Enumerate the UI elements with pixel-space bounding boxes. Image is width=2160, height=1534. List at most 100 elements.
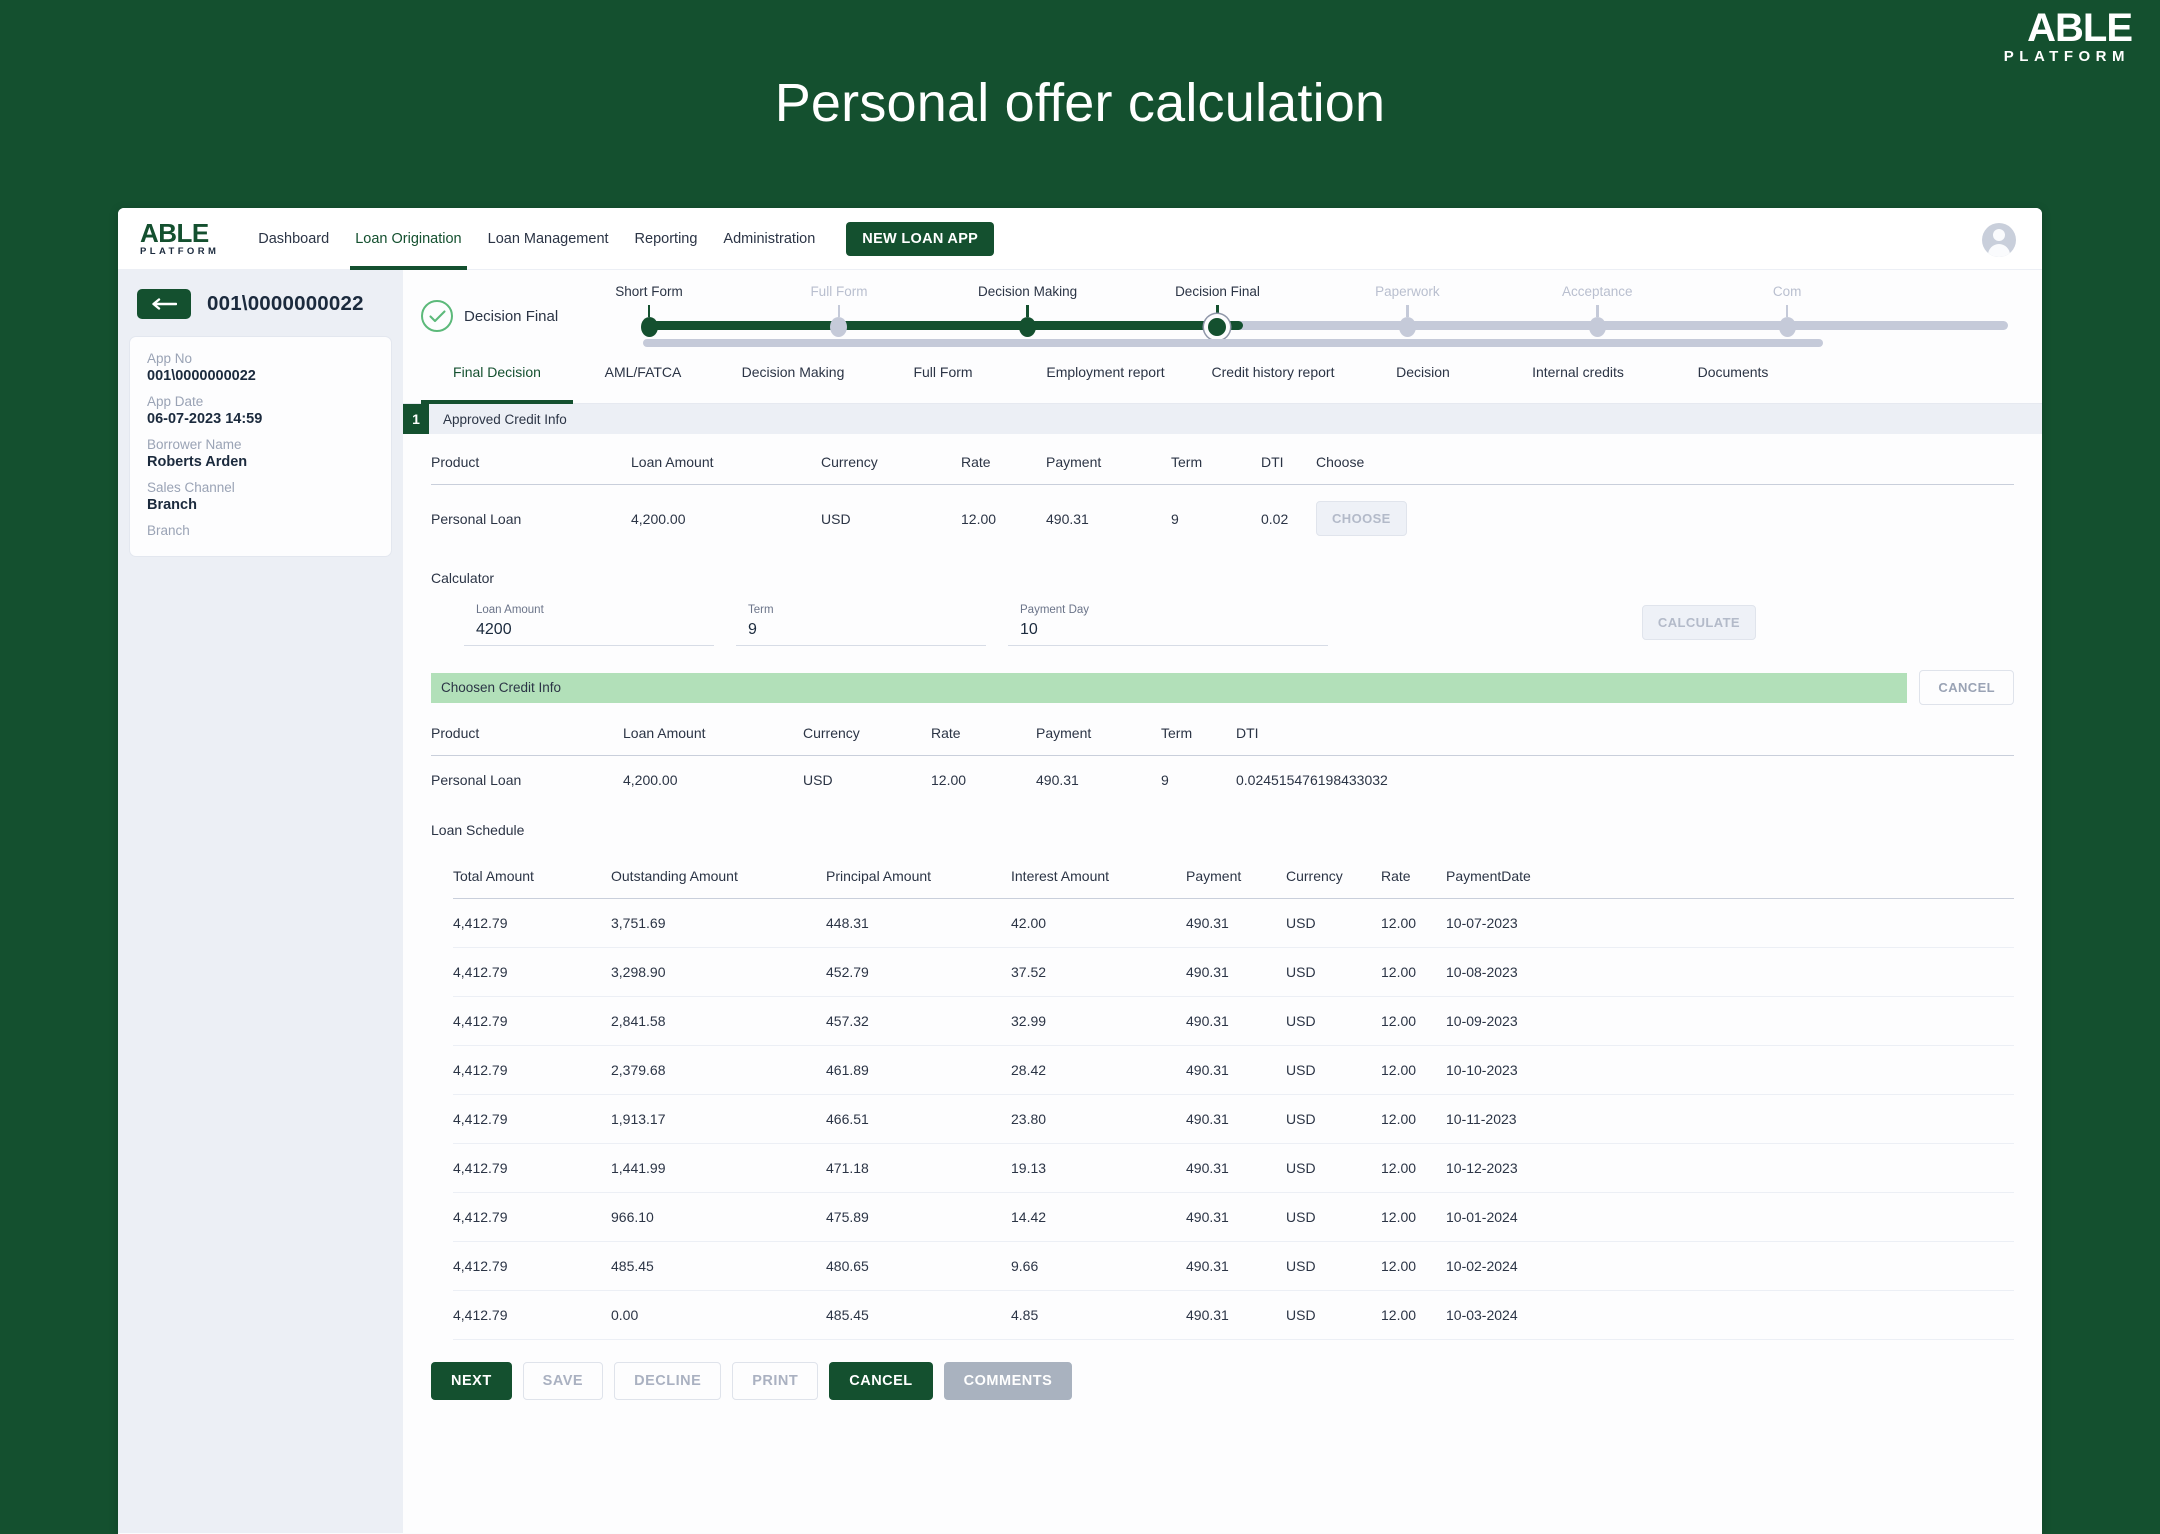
approved-credit-info-title: Approved Credit Info xyxy=(443,411,567,427)
info-value-app-date: 06-07-2023 14:59 xyxy=(147,411,263,427)
cell-payment: 490.31 xyxy=(1186,1192,1286,1242)
cell-currency: USD xyxy=(1286,1241,1381,1291)
tab-aml-fatca[interactable]: AML/FATCA xyxy=(573,342,713,403)
cell-payment: 490.31 xyxy=(1186,898,1286,948)
tab-documents[interactable]: Documents xyxy=(1658,342,1808,403)
stepper-step-dot[interactable] xyxy=(1588,317,1606,337)
sidebar: 001\0000000022 App No 001\0000000022 App D… xyxy=(118,270,403,1533)
tab-final-decision[interactable]: Final Decision xyxy=(421,342,573,404)
cell-outstanding-amount: 1,441.99 xyxy=(611,1143,826,1193)
stepper-step-com[interactable]: Com xyxy=(1717,284,1857,337)
chosen-cancel-button[interactable]: CANCEL xyxy=(1919,670,2014,705)
stepper-step-full-form[interactable]: Full Form xyxy=(769,284,909,337)
stepper-step-decision-making[interactable]: Decision Making xyxy=(958,284,1098,337)
cell-interest-amount: 37.52 xyxy=(1011,947,1186,997)
cell-paymentdate: 10-10-2023 xyxy=(1446,1045,2014,1095)
nav-item-loan-management[interactable]: Loan Management xyxy=(475,208,622,270)
calculator-payment-day-field[interactable]: Payment Day 10 xyxy=(1008,596,1328,646)
app-logo[interactable]: ABLE PLATFORM xyxy=(140,220,219,257)
column-header-term: Term xyxy=(1171,434,1261,485)
tab-credit-history-report[interactable]: Credit history report xyxy=(1198,342,1348,403)
cell-total-amount: 4,412.79 xyxy=(453,1241,611,1291)
stepper-step-decision-final[interactable]: Decision Final xyxy=(1147,284,1287,336)
column-header-outstanding-amount: Outstanding Amount xyxy=(611,848,826,899)
slide-title: Personal offer calculation xyxy=(774,73,1386,133)
avatar-icon[interactable] xyxy=(1982,223,2016,257)
stepper-step-dot[interactable] xyxy=(830,317,848,337)
stepper-step-dot[interactable] xyxy=(640,317,658,337)
calculator-title: Calculator xyxy=(431,570,495,586)
term-input[interactable]: 9 xyxy=(748,621,974,639)
cell-payment: 490.31 xyxy=(1036,772,1079,788)
stepper-step-paperwork[interactable]: Paperwork xyxy=(1337,284,1477,337)
cell-outstanding-amount: 2,841.58 xyxy=(611,996,826,1046)
cell-interest-amount: 4.85 xyxy=(1011,1290,1186,1340)
cell-paymentdate: 10-12-2023 xyxy=(1446,1143,2014,1193)
cell-paymentdate: 10-11-2023 xyxy=(1446,1094,2014,1144)
status-and-stepper: Decision Final Short Form Full Form Decisi… xyxy=(403,270,2042,347)
next-button[interactable]: NEXT xyxy=(431,1362,512,1400)
nav-item-loan-origination[interactable]: Loan Origination xyxy=(342,208,474,270)
cell-outstanding-amount: 1,913.17 xyxy=(611,1094,826,1144)
stepper-step-dot[interactable] xyxy=(1208,318,1227,336)
decline-button[interactable]: DECLINE xyxy=(614,1362,722,1400)
cell-currency: USD xyxy=(803,772,833,788)
term-label: Term xyxy=(748,604,774,616)
cell-total-amount: 4,412.79 xyxy=(453,1290,611,1340)
choose-button[interactable]: CHOOSE xyxy=(1316,501,1407,536)
stepper-step-label: Paperwork xyxy=(1375,284,1440,299)
cell-payment: 490.31 xyxy=(1046,510,1089,527)
cell-rate: 12.00 xyxy=(1381,1290,1446,1340)
new-loan-app-button[interactable]: NEW LOAN APP xyxy=(846,221,995,256)
cell-payment: 490.31 xyxy=(1186,947,1286,997)
table-header-row: Total Amount Outstanding Amount Principal … xyxy=(453,848,2014,899)
nav-item-reporting[interactable]: Reporting xyxy=(622,208,711,270)
tab-decision-making[interactable]: Decision Making xyxy=(713,342,873,403)
stepper-step-dot[interactable] xyxy=(1398,317,1416,337)
cell-paymentdate: 10-08-2023 xyxy=(1446,947,2014,997)
stepper-step-stem xyxy=(647,305,651,317)
calculator-loan-amount-field[interactable]: Loan Amount 4200 xyxy=(464,596,714,646)
stepper-step-acceptance[interactable]: Acceptance xyxy=(1527,284,1667,337)
cell-loan-amount: 4,200.00 xyxy=(623,772,678,788)
print-button[interactable]: PRINT xyxy=(732,1362,819,1400)
back-arrow-icon[interactable] xyxy=(137,289,191,319)
table-row: 4,412.79 3,298.90 452.79 37.52 490.31 USD 12.0… xyxy=(453,947,2014,997)
corner-brand-name: ABLE xyxy=(2027,6,2133,50)
cell-term: 9 xyxy=(1161,772,1169,788)
stepper-step-dot[interactable] xyxy=(1778,317,1796,337)
payment-day-label: Payment Day xyxy=(1020,604,1090,616)
cell-outstanding-amount: 485.45 xyxy=(611,1241,826,1291)
save-button[interactable]: SAVE xyxy=(522,1362,604,1400)
user-menu[interactable] xyxy=(1982,223,2016,257)
stepper-step-label: Com xyxy=(1772,284,1802,299)
column-header-rate: Rate xyxy=(961,434,1046,485)
nav-items: Dashboard Loan Origination Loan Management… xyxy=(245,208,828,270)
nav-item-administration[interactable]: Administration xyxy=(710,208,828,270)
tab-employment-report[interactable]: Employment report xyxy=(1013,342,1198,403)
loan-schedule-table: Total Amount Outstanding Amount Principal … xyxy=(453,848,2014,1340)
stepper-step-short-form[interactable]: Short Form xyxy=(579,284,719,337)
tab-internal-credits[interactable]: Internal credits xyxy=(1498,342,1658,403)
cell-currency: USD xyxy=(1286,898,1381,948)
table-header-row: Product Loan Amount Currency Rate Payment Ter… xyxy=(431,434,2014,485)
comments-button[interactable]: COMMENTS xyxy=(943,1362,1073,1400)
cell-outstanding-amount: 966.10 xyxy=(611,1192,826,1242)
payment-day-input[interactable]: 10 xyxy=(1020,621,1316,639)
nav-item-dashboard[interactable]: Dashboard xyxy=(245,208,342,270)
tab-decision[interactable]: Decision xyxy=(1348,342,1498,403)
calculate-button[interactable]: CALCULATE xyxy=(1641,605,1756,640)
loan-amount-input[interactable]: 4200 xyxy=(476,621,702,639)
cell-outstanding-amount: 0.00 xyxy=(611,1290,826,1340)
column-header-dti: DTI xyxy=(1236,705,2014,756)
tab-full-form[interactable]: Full Form xyxy=(873,342,1013,403)
stepper-step-stem xyxy=(1406,305,1409,317)
info-label-borrower-name: Borrower Name xyxy=(147,437,242,452)
table-row: 4,412.79 1,441.99 471.18 19.13 490.31 USD 12.0… xyxy=(453,1143,2014,1193)
cancel-button[interactable]: CANCEL xyxy=(829,1362,933,1400)
calculator-term-field[interactable]: Term 9 xyxy=(736,596,986,646)
stepper-step-dot[interactable] xyxy=(1019,317,1037,337)
column-header-loan-amount: Loan Amount xyxy=(631,434,821,485)
cell-principal-amount: 466.51 xyxy=(826,1094,1011,1144)
cell-currency: USD xyxy=(1286,996,1381,1046)
